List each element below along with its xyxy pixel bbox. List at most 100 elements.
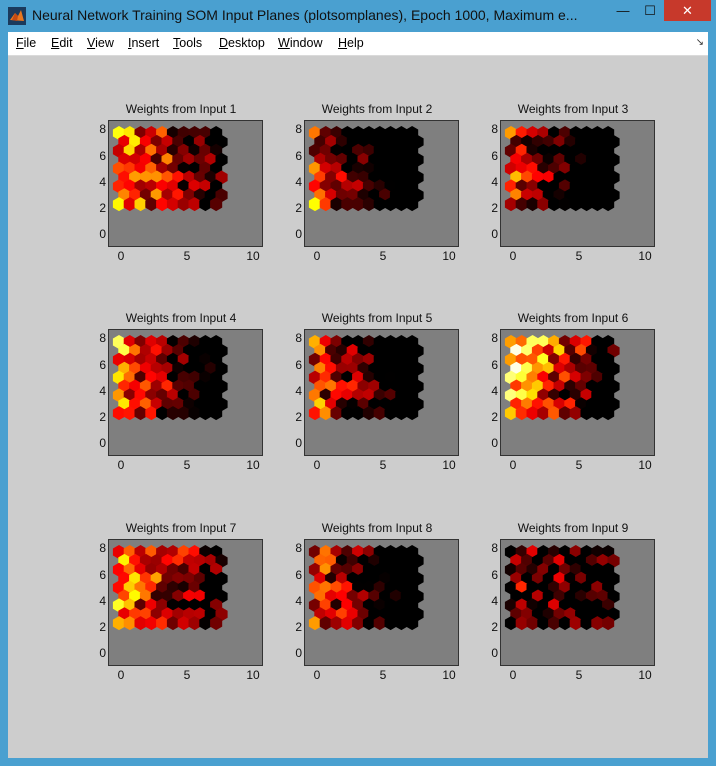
- menu-view-label: iew: [95, 36, 114, 50]
- plane-title: Weights from Input 6: [517, 311, 629, 325]
- y-tick: 2: [295, 620, 302, 634]
- y-tick: 4: [99, 175, 106, 189]
- y-tick: 4: [491, 594, 498, 608]
- x-tick: 10: [246, 458, 260, 472]
- plane-panel-9: Weights from Input 9 8 6 4 2 0 0 5 10: [488, 521, 658, 701]
- plane-axes[interactable]: 8 6 4 2 0 0 5 10: [99, 329, 263, 471]
- window-title: Neural Network Training SOM Input Planes…: [32, 7, 578, 23]
- title-bar[interactable]: Neural Network Training SOM Input Planes…: [0, 0, 716, 31]
- plane-panel-8: Weights from Input 8 8 6 4 2 0 0 5 10: [292, 521, 462, 701]
- plane-title: Weights from Input 4: [125, 311, 237, 325]
- y-tick: 6: [99, 149, 106, 163]
- menu-help-mnemonic: H: [338, 36, 348, 50]
- x-tick: 0: [509, 458, 517, 472]
- y-tick: 8: [99, 122, 106, 136]
- x-tick: 10: [246, 668, 260, 682]
- x-tick: 0: [313, 458, 321, 472]
- x-tick: 0: [117, 458, 125, 472]
- plane-axes[interactable]: 8 6 4 2 0 0 5 10: [99, 539, 263, 681]
- menu-insert[interactable]: Insert: [128, 36, 159, 50]
- hex-grid: [504, 126, 620, 212]
- x-tick: 5: [379, 668, 387, 682]
- plane-axes[interactable]: 8 6 4 2 0 0 5 10: [295, 329, 459, 471]
- maximize-button[interactable]: ☐: [637, 0, 663, 21]
- menu-help[interactable]: Help: [338, 36, 364, 50]
- figure-window: Neural Network Training SOM Input Planes…: [0, 0, 716, 766]
- menu-view[interactable]: View: [87, 36, 114, 50]
- menu-insert-label: nsert: [131, 36, 160, 50]
- y-tick: 2: [295, 410, 302, 424]
- plane-axes[interactable]: 8 6 4 2 0 0 5 10: [295, 120, 459, 262]
- x-tick: 10: [638, 458, 652, 472]
- y-tick: 2: [99, 201, 106, 215]
- close-button[interactable]: ✕: [664, 0, 711, 21]
- y-tick: 0: [295, 646, 302, 660]
- y-tick: 6: [491, 568, 498, 582]
- hex-grid: [308, 545, 424, 631]
- plane-axes[interactable]: 8 6 4 2 0 0 5 10: [99, 120, 263, 262]
- x-tick: 10: [442, 668, 456, 682]
- y-tick: 0: [99, 646, 106, 660]
- menu-window[interactable]: Window: [278, 36, 322, 50]
- matlab-icon: [8, 7, 26, 25]
- y-tick: 6: [295, 358, 302, 372]
- plane-axes[interactable]: 8 6 4 2 0 0 5 10: [295, 539, 459, 681]
- plane-panel-1: Weights from Input 1 8 6 4 2 0 0 5 10: [96, 102, 266, 282]
- y-tick: 8: [295, 122, 302, 136]
- x-tick: 5: [575, 458, 583, 472]
- hex-grid: [504, 335, 620, 421]
- menu-help-label: elp: [347, 36, 364, 50]
- y-tick: 6: [491, 358, 498, 372]
- menu-window-mnemonic: W: [278, 36, 290, 50]
- menu-desktop-mnemonic: D: [219, 36, 229, 50]
- hex-grid: [112, 545, 228, 631]
- y-tick: 2: [491, 201, 498, 215]
- y-tick: 6: [99, 568, 106, 582]
- x-tick: 0: [117, 249, 125, 263]
- x-tick: 10: [246, 249, 260, 263]
- hex-grid: [112, 126, 228, 212]
- menu-file-mnemonic: F: [16, 36, 24, 50]
- x-tick: 5: [183, 249, 191, 263]
- x-tick: 10: [638, 668, 652, 682]
- figure-area: Weights from Input 1 8 6 4 2 0 0 5 10 We…: [8, 56, 708, 758]
- y-tick: 6: [295, 149, 302, 163]
- menu-tools[interactable]: Tools: [173, 36, 202, 50]
- menu-file[interactable]: File: [16, 36, 36, 50]
- menu-desktop[interactable]: Desktop: [219, 36, 265, 50]
- y-tick: 0: [491, 436, 498, 450]
- plane-panel-4: Weights from Input 4 8 6 4 2 0 0 5 10: [96, 311, 266, 491]
- y-tick: 4: [295, 594, 302, 608]
- y-tick: 2: [295, 201, 302, 215]
- y-tick: 6: [99, 358, 106, 372]
- y-tick: 2: [491, 410, 498, 424]
- plane-panel-3: Weights from Input 3 8 6 4 2 0 0 5 10: [488, 102, 658, 282]
- x-tick: 0: [313, 668, 321, 682]
- y-tick: 0: [491, 646, 498, 660]
- plane-title: Weights from Input 5: [321, 311, 433, 325]
- y-tick: 4: [99, 384, 106, 398]
- menu-window-label: indow: [289, 36, 323, 50]
- plane-axes[interactable]: 8 6 4 2 0 0 5 10: [491, 539, 655, 681]
- y-tick: 8: [491, 331, 498, 345]
- plane-axes[interactable]: 8 6 4 2 0 0 5 10: [491, 329, 655, 471]
- plane-panel-6: Weights from Input 6 8 6 4 2 0 0 5 10: [488, 311, 658, 491]
- y-tick: 0: [99, 436, 106, 450]
- hex-grid: [308, 335, 424, 421]
- y-tick: 4: [491, 175, 498, 189]
- y-tick: 8: [295, 331, 302, 345]
- y-tick: 4: [295, 384, 302, 398]
- plane-title: Weights from Input 8: [321, 521, 433, 535]
- x-tick: 5: [379, 249, 387, 263]
- plane-title: Weights from Input 9: [517, 521, 629, 535]
- y-tick: 2: [99, 410, 106, 424]
- menu-edit[interactable]: Edit: [51, 36, 73, 50]
- y-tick: 4: [491, 384, 498, 398]
- x-tick: 5: [575, 249, 583, 263]
- y-tick: 8: [491, 122, 498, 136]
- x-tick: 5: [183, 668, 191, 682]
- plane-axes[interactable]: 8 6 4 2 0 0 5 10: [491, 120, 655, 262]
- y-tick: 8: [491, 541, 498, 555]
- dock-icon[interactable]: ↘: [696, 37, 704, 48]
- minimize-button[interactable]: —: [610, 0, 636, 21]
